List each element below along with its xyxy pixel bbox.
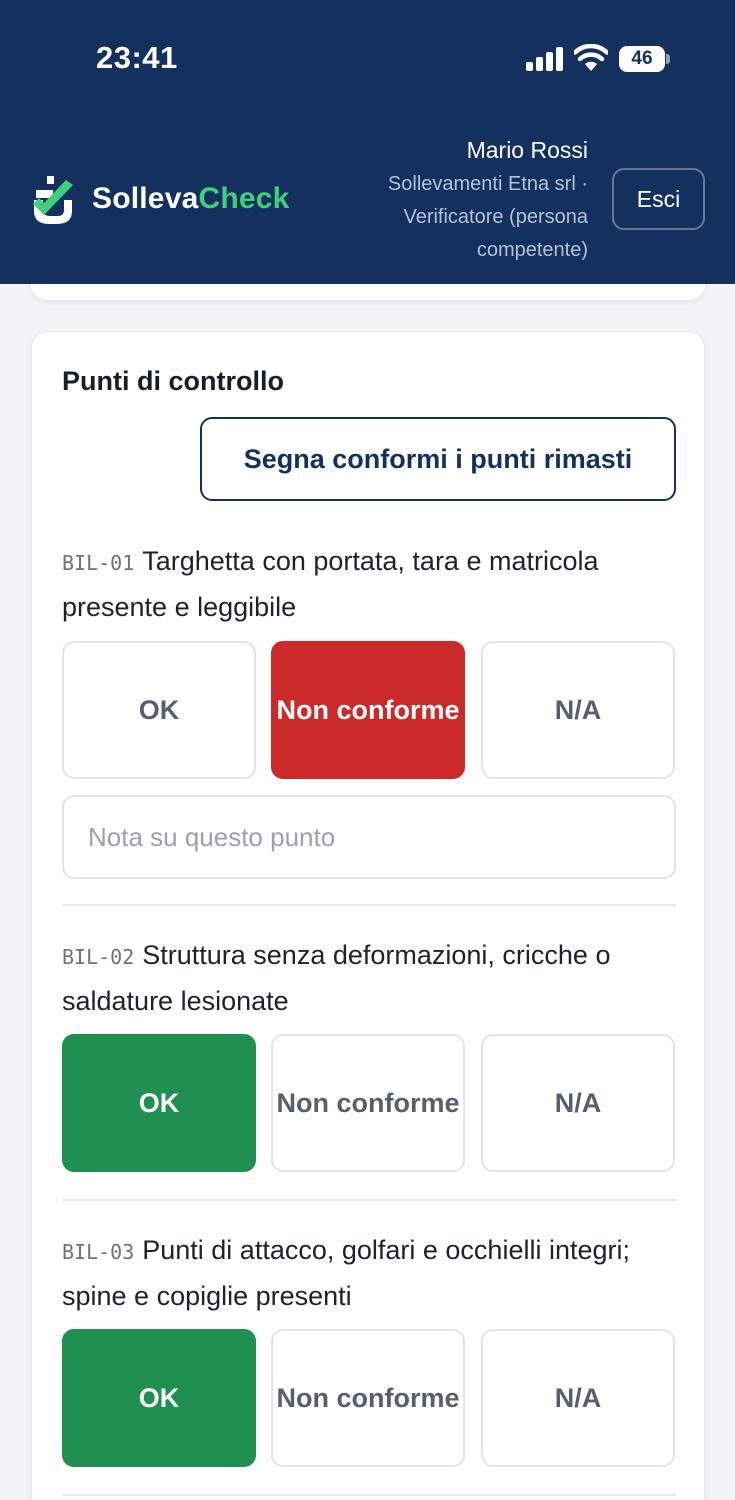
option-non-conforme-button[interactable]: Non conforme (271, 1329, 465, 1467)
option-na-button[interactable]: N/A (481, 1034, 675, 1172)
checklist-item: BIL-01 Targhetta con portata, tara e matr… (62, 539, 676, 879)
option-non-conforme-button[interactable]: Non conforme (271, 641, 465, 779)
item-code: BIL-01 (62, 551, 135, 575)
checklist-item: BIL-03 Punti di attacco, golfari e occhie… (62, 1228, 676, 1498)
checklist-item-description: BIL-03 Punti di attacco, golfari e occhie… (62, 1228, 676, 1318)
app-header: 23:41 46 SollevaCheck Mario Rossi Sollev… (0, 0, 735, 284)
signal-icon (526, 47, 564, 71)
option-na-button[interactable]: N/A (481, 641, 675, 779)
battery-icon: 46 (619, 46, 665, 72)
brand-part1: Solleva (92, 182, 199, 215)
divider (62, 1199, 676, 1201)
wifi-icon (574, 44, 608, 71)
user-name: Mario Rossi (466, 137, 588, 163)
option-ok-button[interactable]: OK (62, 1329, 256, 1467)
checklist-card: Punti di controllo Segna conformi i punt… (31, 331, 705, 1500)
option-group: OK Non conforme N/A (62, 1034, 676, 1174)
option-group: OK Non conforme N/A (62, 641, 676, 781)
shield-check-icon (33, 176, 73, 224)
option-na-button[interactable]: N/A (481, 1329, 675, 1467)
user-organization-role: Sollevamenti Etna srl · Verificatore (pe… (387, 173, 588, 261)
status-bar: 23:41 46 (0, 0, 735, 110)
item-text: Targhetta con portata, tara e matricola … (62, 546, 599, 622)
item-text: Punti di attacco, golfari e occhielli in… (62, 1235, 631, 1311)
option-group: OK Non conforme N/A (62, 1329, 676, 1469)
checklist-item: BIL-02 Struttura senza deformazioni, cric… (62, 933, 676, 1203)
section-title: Punti di controllo (62, 366, 284, 396)
user-info: Mario Rossi Sollevamenti Etna srl · Veri… (318, 134, 588, 267)
checklist-item-description: BIL-02 Struttura senza deformazioni, cric… (62, 933, 676, 1023)
logout-button[interactable]: Esci (612, 168, 705, 230)
option-ok-button[interactable]: OK (62, 1034, 256, 1172)
option-non-conforme-button[interactable]: Non conforme (271, 1034, 465, 1172)
item-code: BIL-02 (62, 945, 135, 969)
option-ok-button[interactable]: OK (62, 641, 256, 779)
status-time: 23:41 (96, 40, 178, 75)
item-code: BIL-03 (62, 1240, 135, 1264)
item-text: Struttura senza deformazioni, cricche o … (62, 940, 611, 1016)
checklist-item-description: BIL-01 Targhetta con portata, tara e matr… (62, 539, 676, 629)
mark-remaining-compliant-button[interactable]: Segna conformi i punti rimasti (200, 417, 676, 501)
divider (62, 1494, 676, 1496)
battery-tip (666, 54, 670, 64)
brand-part2: Check (198, 182, 290, 215)
brand-name: SollevaCheck (92, 182, 290, 216)
note-input[interactable] (62, 795, 676, 879)
divider (62, 904, 676, 906)
